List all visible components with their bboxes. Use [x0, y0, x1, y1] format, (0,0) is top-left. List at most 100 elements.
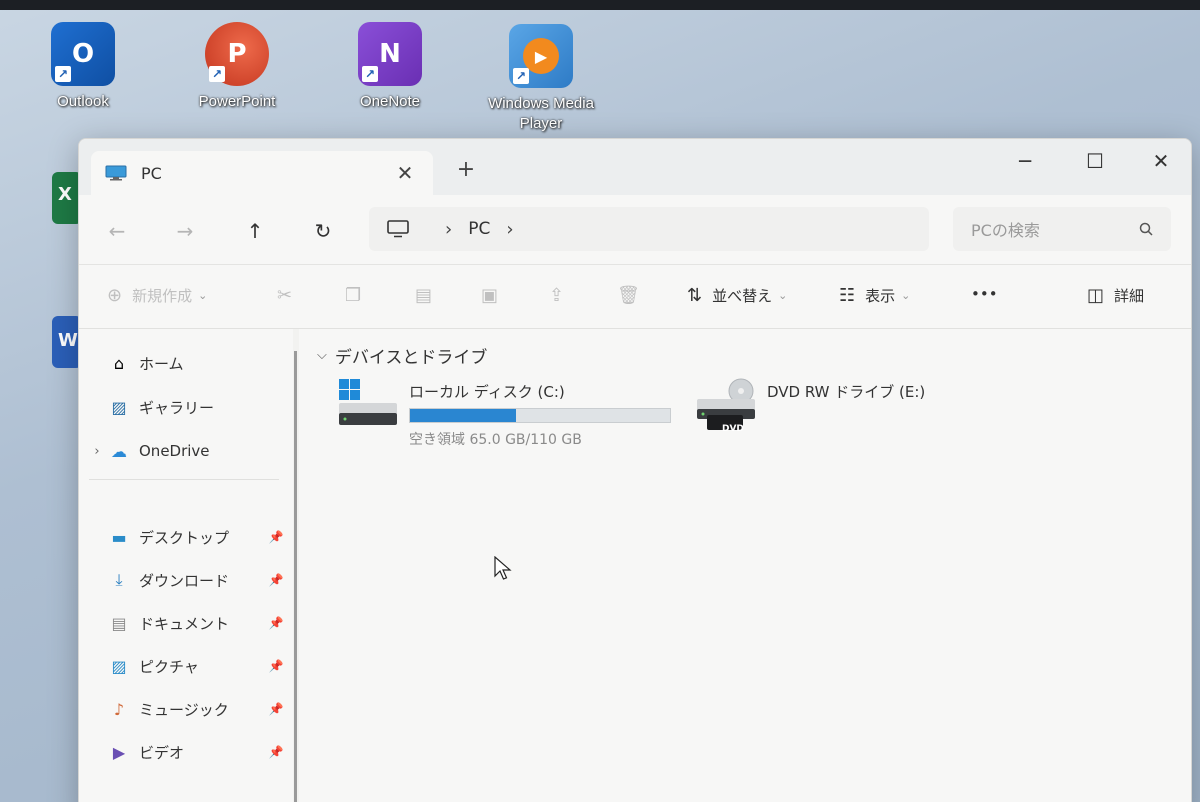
pin-icon[interactable]: 📌 — [261, 702, 291, 716]
search-icon — [1139, 222, 1153, 236]
view-button[interactable]: ☷ 表示 ⌄ — [839, 285, 910, 306]
maximize-button[interactable]: ☐ — [1075, 149, 1115, 173]
share-icon: ⇪ — [549, 285, 565, 306]
desktop-icon-label: Outlook — [57, 93, 109, 110]
sidebar-item-desktop[interactable]: ▬ デスクトップ 📌 — [79, 519, 291, 555]
devices-and-drives-header[interactable]: ⌵ デバイスとドライブ — [317, 343, 487, 368]
sidebar-item-documents[interactable]: ▤ ドキュメント 📌 — [79, 605, 291, 641]
desktop-icon-windows-media-player[interactable]: ▶ ↗ Windows Media Player — [486, 24, 596, 134]
tab-title: PC — [141, 163, 162, 183]
forward-button[interactable]: → — [167, 213, 203, 249]
shortcut-arrow-icon: ↗ — [55, 66, 71, 82]
paste-button[interactable]: ▤ — [415, 285, 442, 306]
powerpoint-icon: P ↗ — [205, 22, 269, 86]
minimize-button[interactable]: ─ — [1005, 149, 1045, 173]
sidebar-item-label: ピクチャ — [139, 657, 199, 676]
sort-arrows-icon: ⇅ — [687, 285, 703, 306]
details-button-label: 詳細 — [1114, 287, 1145, 305]
drive-local-disk-c[interactable]: ローカル ディスク (C:) 空き領域 65.0 GB/110 GB — [337, 377, 671, 449]
more-options-button[interactable]: ••• — [971, 285, 998, 303]
trash-icon: 🗑 — [617, 285, 640, 306]
pin-icon[interactable]: 📌 — [261, 745, 291, 759]
sidebar-item-home[interactable]: ⌂ ホーム — [79, 345, 291, 381]
onedrive-icon: ☁ — [111, 441, 127, 461]
drive-name: DVD RW ドライブ (E:) — [767, 383, 926, 401]
file-explorer-window: PC ✕ + ─ ☐ ✕ ← → ↑ ↻ › PC › PCの検索 ⊕ 新規作成… — [78, 138, 1192, 802]
title-bar: PC ✕ + ─ ☐ ✕ — [79, 139, 1191, 195]
gallery-icon: ▨ — [111, 397, 127, 417]
sidebar-item-music[interactable]: ♪ ミュージック 📌 — [79, 691, 291, 727]
sidebar-item-gallery[interactable]: ▨ ギャラリー — [79, 389, 291, 425]
new-button-label: 新規作成 — [132, 287, 193, 305]
pin-icon[interactable]: 📌 — [261, 573, 291, 587]
view-button-label: 表示 — [865, 287, 896, 305]
onenote-icon: N ↗ — [358, 22, 422, 86]
monitor-icon — [387, 220, 409, 238]
breadcrumb-separator[interactable]: › — [506, 219, 513, 240]
new-tab-button[interactable]: + — [451, 157, 481, 182]
shortcut-arrow-icon: ↗ — [209, 66, 225, 82]
sidebar-item-label: OneDrive — [139, 442, 210, 460]
cut-button[interactable]: ✂ — [277, 285, 302, 306]
close-tab-icon[interactable]: ✕ — [391, 161, 419, 185]
clipboard-icon: ▤ — [415, 285, 433, 306]
navigation-bar: ← → ↑ ↻ › PC › PCの検索 — [79, 195, 1191, 265]
search-input[interactable]: PCの検索 — [953, 207, 1171, 251]
copy-icon: ❐ — [345, 285, 362, 306]
drive-dvd-rw-e[interactable]: DVD RW ドライブ (E:) — [695, 377, 925, 431]
details-button[interactable]: ◫ 詳細 — [1087, 285, 1144, 306]
share-button[interactable]: ⇪ — [549, 285, 574, 306]
close-window-button[interactable]: ✕ — [1141, 149, 1181, 173]
copy-button[interactable]: ❐ — [345, 285, 371, 306]
command-bar: ⊕ 新規作成 ⌄ ✂ ❐ ▤ ▣ ⇪ 🗑 ⇅ 並べ替え ⌄ ☷ 表示 ⌄ •••… — [79, 265, 1191, 329]
new-button[interactable]: ⊕ 新規作成 ⌄ — [107, 285, 207, 306]
chevron-down-icon: ⌄ — [778, 289, 788, 302]
chevron-down-icon: ⌄ — [901, 289, 911, 302]
windows-media-player-icon: ▶ ↗ — [509, 24, 573, 88]
desktop-icon-label: OneNote — [359, 93, 421, 110]
sidebar-item-pictures[interactable]: ▨ ピクチャ 📌 — [79, 648, 291, 684]
address-bar[interactable]: › PC › — [369, 207, 929, 251]
sidebar-item-label: ホーム — [139, 354, 184, 373]
outlook-icon: O ↗ — [51, 22, 115, 86]
pin-icon[interactable]: 📌 — [261, 530, 291, 544]
pin-icon[interactable]: 📌 — [261, 659, 291, 673]
up-button[interactable]: ↑ — [237, 213, 273, 249]
sort-button[interactable]: ⇅ 並べ替え ⌄ — [687, 285, 787, 306]
desktop-icon-onenote[interactable]: N ↗ OneNote — [335, 22, 445, 112]
plus-circle-icon: ⊕ — [107, 285, 123, 306]
sidebar-divider — [89, 479, 279, 480]
content-area: ⌵ デバイスとドライブ ローカル ディスク (C:) 空き領域 65.0 GB/… — [299, 329, 1191, 802]
screen-bezel — [0, 0, 1200, 10]
breadcrumb-pc[interactable]: PC — [468, 219, 490, 239]
chevron-right-icon[interactable]: › — [79, 444, 107, 459]
delete-button[interactable]: 🗑 — [617, 285, 650, 306]
sidebar-item-label: ドキュメント — [139, 614, 230, 633]
drive-free-space: 空き領域 65.0 GB/110 GB — [409, 432, 582, 448]
desktop-folder-icon: ▬ — [111, 527, 127, 547]
desktop-icon-powerpoint[interactable]: P ↗ PowerPoint — [182, 22, 292, 112]
details-pane-icon: ◫ — [1087, 285, 1105, 306]
shortcut-arrow-icon: ↗ — [362, 66, 378, 82]
sidebar-item-onedrive[interactable]: › ☁ OneDrive — [79, 433, 291, 469]
sidebar-item-videos[interactable]: ▶ ビデオ 📌 — [79, 734, 291, 770]
group-title: デバイスとドライブ — [334, 348, 488, 368]
sidebar-item-downloads[interactable]: ⤓ ダウンロード 📌 — [79, 562, 291, 598]
tab-pc[interactable]: PC ✕ — [91, 151, 433, 195]
back-button[interactable]: ← — [99, 213, 135, 249]
search-placeholder: PCの検索 — [971, 221, 1040, 240]
navigation-pane: ⌂ ホーム ▨ ギャラリー › ☁ OneDrive ▬ デスクトップ 📌 ⤓ … — [79, 329, 297, 802]
pane-splitter[interactable] — [294, 351, 297, 802]
sidebar-item-label: ビデオ — [139, 743, 185, 762]
breadcrumb-separator: › — [445, 218, 453, 240]
dvd-badge: DVD — [722, 424, 744, 434]
usage-bar-fill — [410, 409, 517, 422]
documents-icon: ▤ — [111, 613, 127, 633]
chevron-down-icon: ⌄ — [198, 289, 208, 302]
rename-button[interactable]: ▣ — [481, 285, 508, 306]
refresh-button[interactable]: ↻ — [305, 213, 341, 249]
desktop-icon-outlook[interactable]: O ↗ Outlook — [28, 22, 138, 112]
download-icon: ⤓ — [115, 570, 123, 589]
pin-icon[interactable]: 📌 — [261, 616, 291, 630]
music-icon: ♪ — [113, 699, 125, 719]
